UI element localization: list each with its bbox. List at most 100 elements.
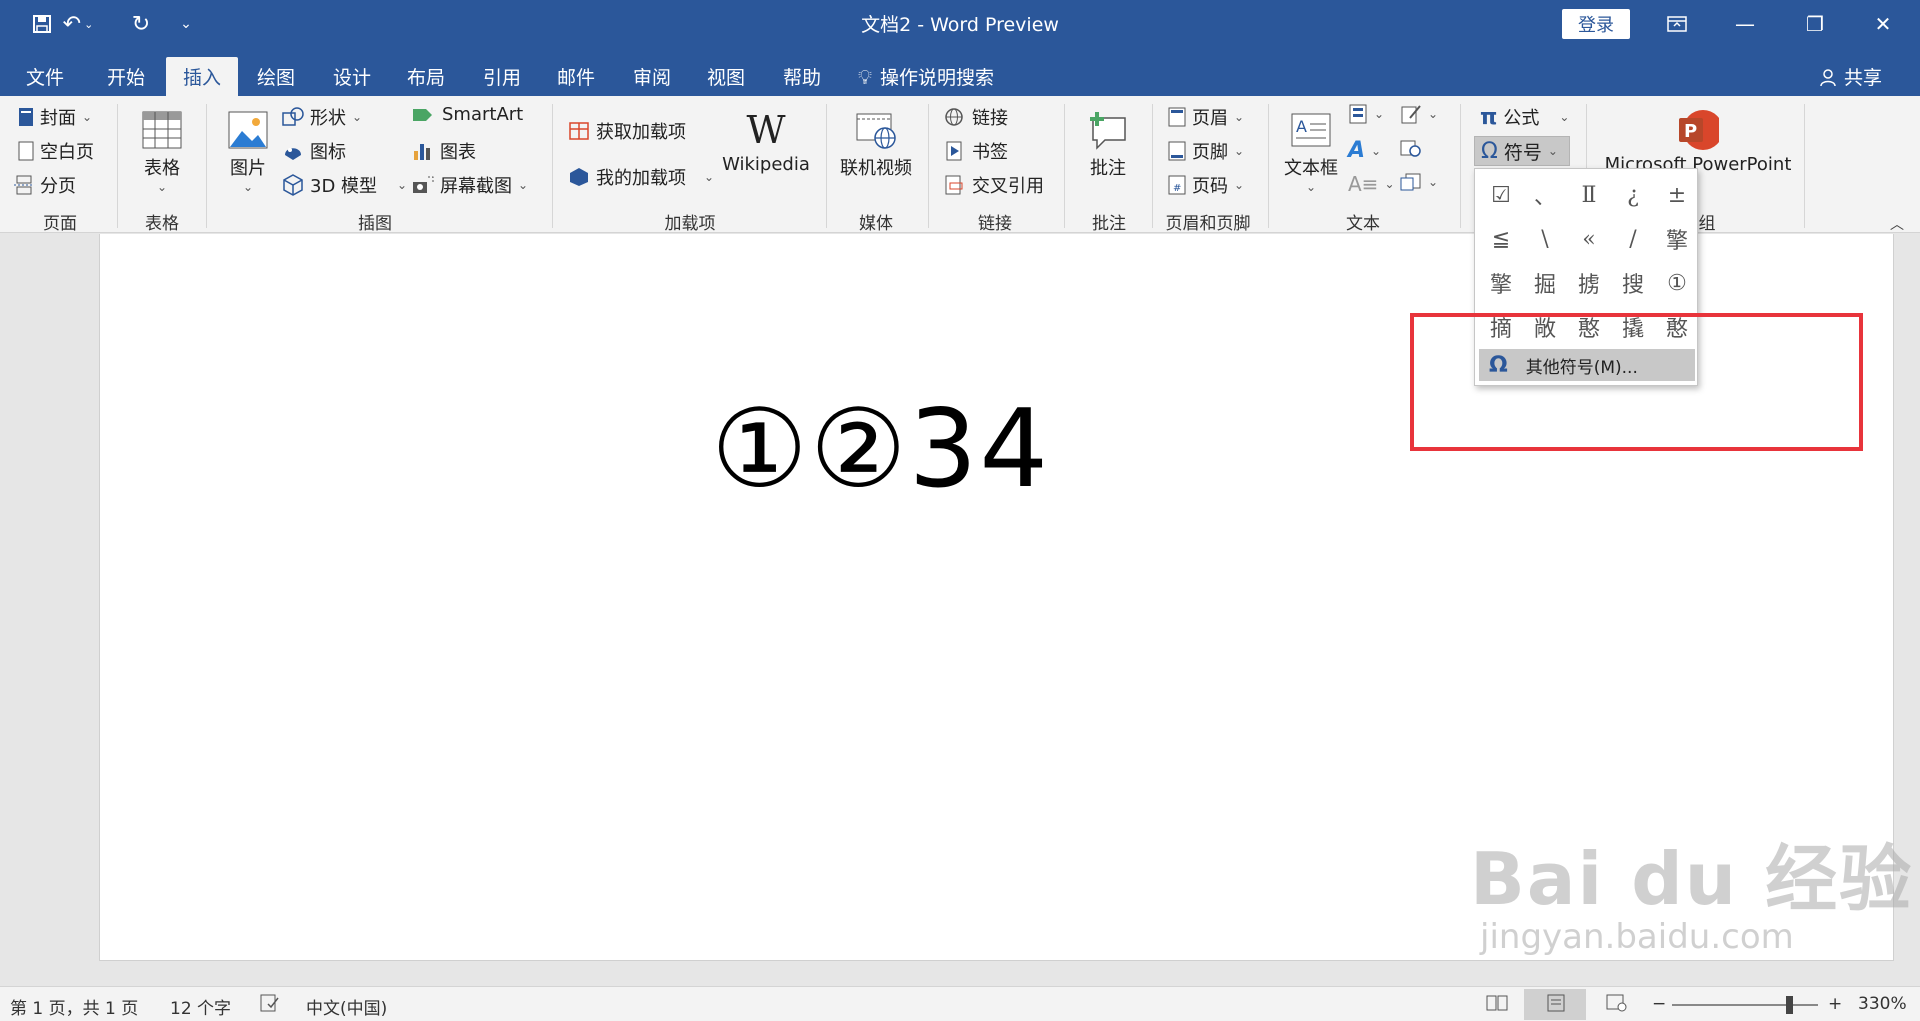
zoom-level[interactable]: 330%: [1858, 994, 1907, 1014]
online-video-button[interactable]: 联机视频: [838, 108, 914, 180]
symbol-cell[interactable]: 掳: [1567, 261, 1611, 305]
tell-me-search[interactable]: 💡︎ 操作说明搜索: [858, 57, 994, 96]
blank-page-label: 空白页: [40, 142, 94, 163]
group-label-text: 文本: [1346, 214, 1380, 234]
collapse-ribbon-icon[interactable]: ︿: [1890, 214, 1904, 234]
smartart-button[interactable]: SmartArt: [412, 104, 523, 125]
symbol-cell[interactable]: ☑: [1479, 173, 1523, 217]
symbol-cell[interactable]: ±: [1655, 173, 1699, 217]
language-indicator[interactable]: 中文(中国): [306, 994, 387, 1019]
tab-draw[interactable]: 绘图: [246, 57, 306, 96]
symbol-cell[interactable]: «: [1567, 217, 1611, 261]
zoom-out-icon[interactable]: −: [1652, 994, 1666, 1014]
cover-page-button[interactable]: 封面 ⌄: [18, 104, 92, 130]
symbol-cell[interactable]: 掘: [1523, 261, 1567, 305]
get-addins-button[interactable]: 获取加载项: [568, 118, 686, 144]
symbol-button[interactable]: Ω 符号 ⌄: [1474, 136, 1570, 166]
online-video-label: 联机视频: [840, 158, 912, 179]
symbol-cell[interactable]: 擎: [1655, 217, 1699, 261]
equation-button[interactable]: π 公式 ⌄: [1480, 104, 1569, 130]
symbol-cell[interactable]: ①: [1655, 261, 1699, 305]
table-button[interactable]: 表格 ⌄: [136, 108, 188, 194]
page-number-icon: #: [1168, 175, 1186, 195]
tab-view[interactable]: 视图: [696, 57, 756, 96]
restore-icon[interactable]: ❐: [1792, 8, 1838, 40]
my-addins-label: 我的加载项: [596, 168, 686, 189]
signature-line-button[interactable]: ⌄: [1400, 104, 1438, 124]
chart-button[interactable]: 图表: [412, 138, 476, 164]
my-addins-button[interactable]: 我的加载项 ⌄: [568, 164, 714, 190]
header-label: 页眉: [1192, 108, 1228, 129]
footer-button[interactable]: 页脚 ⌄: [1168, 138, 1244, 164]
drop-cap-button[interactable]: A≡ ⌄: [1348, 172, 1395, 196]
close-icon[interactable]: ✕: [1860, 8, 1906, 40]
group-separator: [1152, 104, 1153, 228]
minimize-icon[interactable]: —: [1722, 8, 1768, 40]
header-button[interactable]: 页眉 ⌄: [1168, 104, 1244, 130]
ribbon-display-options-icon[interactable]: [1654, 8, 1700, 40]
smartart-label: SmartArt: [442, 104, 524, 125]
tab-home[interactable]: 开始: [96, 57, 156, 96]
window-title: 文档2 - Word Preview: [861, 14, 1059, 36]
tab-review[interactable]: 审阅: [622, 57, 682, 96]
group-label-addins: 加载项: [664, 214, 716, 234]
symbol-cell[interactable]: 、: [1523, 173, 1567, 217]
3d-models-button[interactable]: 3D 模型 ⌄: [282, 172, 407, 198]
powerpoint-button[interactable]: P Microsoft PowerPoint: [1602, 108, 1794, 175]
shapes-button[interactable]: 形状 ⌄: [282, 104, 362, 130]
link-button[interactable]: 链接: [944, 104, 1008, 130]
icons-button[interactable]: 图标: [282, 138, 346, 164]
bookmark-button[interactable]: 书签: [944, 138, 1008, 164]
table-label: 表格: [144, 158, 180, 179]
screenshot-icon: [412, 175, 434, 195]
zoom-in-icon[interactable]: +: [1828, 994, 1842, 1014]
word-count[interactable]: 12 个字: [170, 994, 231, 1019]
login-button[interactable]: 登录: [1562, 9, 1630, 39]
screenshot-button[interactable]: 屏幕截图 ⌄: [412, 172, 528, 198]
comment-button[interactable]: 批注: [1082, 108, 1134, 180]
web-layout-icon[interactable]: [1606, 994, 1628, 1012]
symbol-cell[interactable]: ≦: [1479, 217, 1523, 261]
text-box-button[interactable]: A 文本框 ⌄: [1282, 108, 1340, 194]
symbol-cell[interactable]: Ⅱ: [1567, 173, 1611, 217]
tab-layout[interactable]: 布局: [396, 57, 456, 96]
print-layout-icon[interactable]: [1546, 994, 1566, 1012]
page-count[interactable]: 第 1 页，共 1 页: [10, 994, 138, 1019]
document-text[interactable]: ①②34: [711, 385, 1050, 515]
symbol-cell[interactable]: /: [1611, 217, 1655, 261]
zoom-slider-thumb[interactable]: [1786, 996, 1793, 1014]
tab-help[interactable]: 帮助: [772, 57, 832, 96]
symbol-cell[interactable]: ¿: [1611, 173, 1655, 217]
tab-file[interactable]: 文件: [18, 57, 72, 96]
proofing-icon[interactable]: [260, 994, 280, 1012]
object-button[interactable]: ⌄: [1400, 172, 1438, 192]
tab-insert[interactable]: 插入: [166, 57, 238, 96]
group-separator: [1064, 104, 1065, 228]
chart-icon: [412, 141, 434, 161]
cube-icon: [282, 174, 304, 196]
share-button[interactable]: 共享: [1818, 57, 1882, 96]
cross-reference-button[interactable]: 交叉引用: [944, 172, 1044, 198]
page-break-icon: [14, 175, 34, 195]
group-label-tables: 表格: [145, 214, 179, 234]
bookmark-icon: [944, 141, 966, 161]
zoom-slider[interactable]: [1672, 1004, 1818, 1006]
wikipedia-button[interactable]: W Wikipedia: [720, 108, 812, 175]
tab-mailings[interactable]: 邮件: [546, 57, 606, 96]
symbol-cell[interactable]: 擎: [1479, 261, 1523, 305]
wordart-button[interactable]: A ⌄: [1348, 138, 1381, 163]
date-time-button[interactable]: [1400, 138, 1422, 158]
header-icon: [1168, 107, 1186, 127]
quick-parts-button[interactable]: ⌄: [1348, 104, 1384, 124]
blank-page-button[interactable]: 空白页: [18, 138, 94, 164]
symbol-cell[interactable]: \: [1523, 217, 1567, 261]
tab-design[interactable]: 设计: [322, 57, 382, 96]
page-number-button[interactable]: # 页码 ⌄: [1168, 172, 1244, 198]
page-break-button[interactable]: 分页: [14, 172, 76, 198]
symbol-cell[interactable]: 搜: [1611, 261, 1655, 305]
read-mode-icon[interactable]: [1486, 994, 1508, 1012]
text-box-icon: A: [1290, 108, 1332, 152]
tab-references[interactable]: 引用: [472, 57, 532, 96]
cover-page-label: 封面: [40, 108, 76, 129]
picture-button[interactable]: 图片 ⌄: [222, 108, 274, 194]
